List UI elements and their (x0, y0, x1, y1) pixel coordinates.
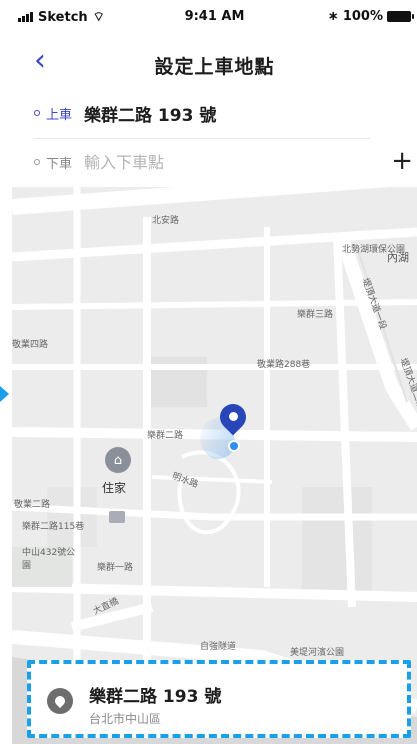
bluetooth-icon: ∗ (327, 9, 339, 24)
map-label: 內湖 (387, 251, 409, 264)
map-label: 樂群二路 (147, 431, 184, 441)
home-label: 住家 (102, 481, 127, 495)
card-district: 台北市中山區 (89, 712, 162, 726)
location-pin-icon[interactable] (214, 398, 252, 450)
current-location-dot (230, 442, 238, 450)
status-right: ∗ 100% (327, 9, 414, 24)
pickup-address: 樂群二路 193 號 (84, 105, 217, 126)
page-title: 設定上車地點 (154, 56, 275, 78)
map-label: 敬業二路 (14, 500, 51, 510)
map-label: 中山432號公園 (22, 548, 76, 571)
card-address: 樂群二路 193 號 (89, 687, 222, 707)
pickup-tag: 上車 (46, 107, 73, 123)
add-stop-button[interactable]: + (391, 148, 413, 174)
map-label: 自強隧道 (200, 642, 237, 652)
edge-background (0, 0, 12, 744)
phone-screen: Sketch ⌔ 9:41 AM ∗ 100% ‹ 設定上車地點 上車 樂群二路… (12, 0, 417, 744)
map-label: 敬業四路 (12, 340, 49, 350)
place-icon (47, 688, 73, 714)
header: ‹ 設定上車地點 (12, 40, 417, 90)
map-label: 美堤河濱公園 (290, 648, 345, 658)
dropoff-dot-icon (34, 159, 40, 165)
map-label: 北安路 (152, 216, 180, 226)
annotation-arrow (0, 386, 9, 402)
pickup-row[interactable]: 上車 樂群二路 193 號 (34, 94, 394, 132)
map-label: 樂群三路 (297, 310, 334, 320)
pickup-dot-icon (34, 110, 40, 116)
battery-icon (387, 11, 414, 22)
pin-hole (229, 412, 238, 421)
status-bar: Sketch ⌔ 9:41 AM ∗ 100% (12, 0, 417, 34)
building-icon (109, 511, 125, 523)
map-label: 敬業路288巷 (257, 360, 311, 370)
battery-percent: 100% (342, 9, 383, 24)
dropoff-tag: 下車 (46, 156, 73, 172)
map-label: 樂群二路115巷 (22, 522, 85, 532)
dropoff-row[interactable]: 下車 (34, 143, 394, 181)
home-icon[interactable]: ⌂ (105, 447, 131, 473)
dropoff-input[interactable] (84, 152, 325, 172)
divider (34, 138, 370, 139)
address-card[interactable]: 樂群二路 193 號 台北市中山區 (27, 660, 411, 738)
map-label: 樂群一路 (97, 563, 134, 573)
